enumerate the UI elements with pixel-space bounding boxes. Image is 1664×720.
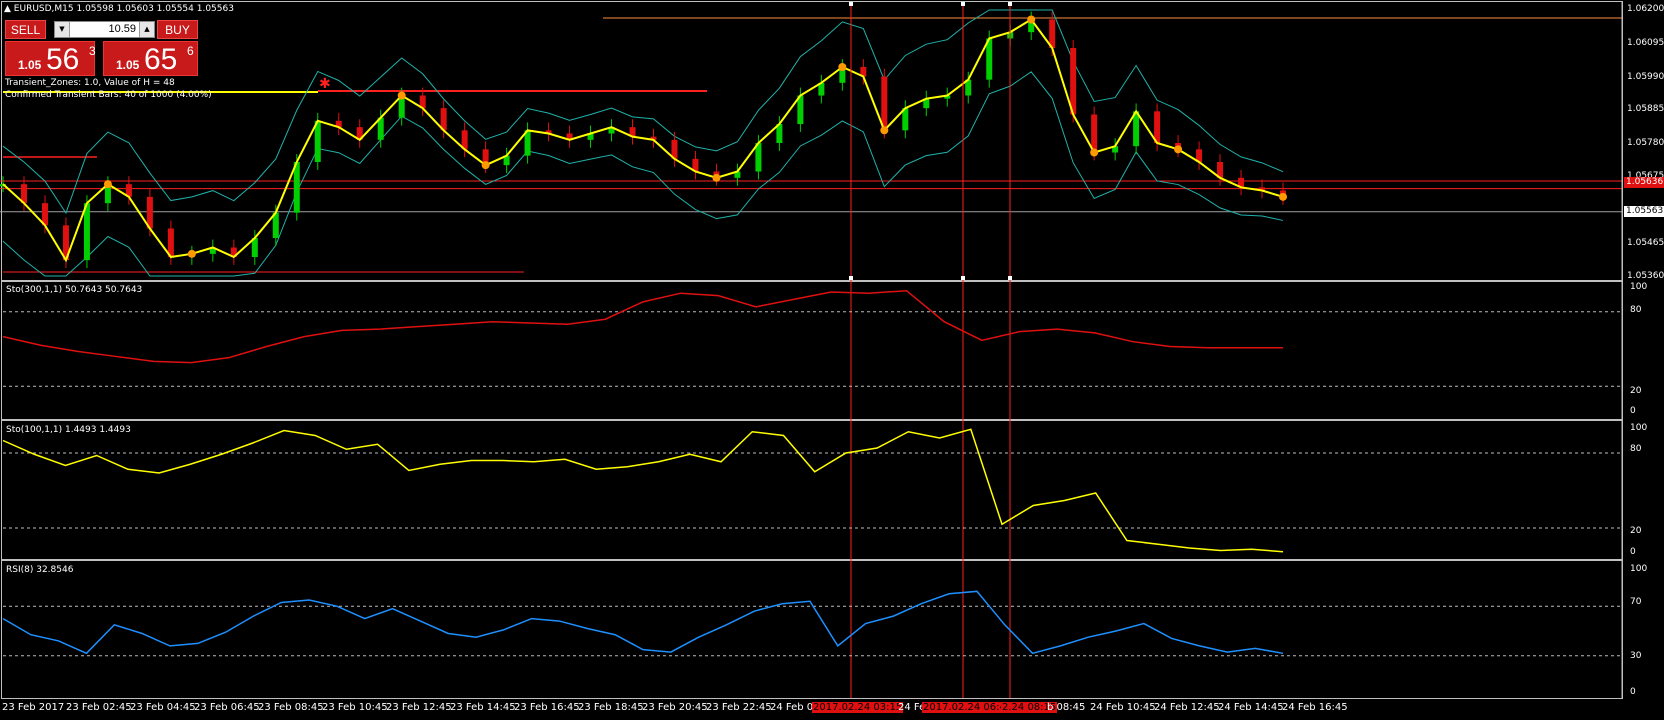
price-tick: 1.05465: [1627, 238, 1664, 248]
time-tick: 23 Feb 12:45: [386, 702, 452, 713]
swing-marker: [481, 161, 490, 170]
time-tick: 23 Feb 08:45: [258, 702, 324, 713]
rsi-scale-70: 70: [1630, 597, 1642, 607]
sto300-scale-80: 80: [1630, 305, 1642, 315]
swing-marker: [1279, 192, 1287, 201]
swing-marker: [838, 63, 847, 71]
time-tick: 24 Feb 14:45: [1218, 702, 1284, 713]
price-tick: 1.06200: [1627, 4, 1664, 14]
rsi-scale-30: 30: [1630, 651, 1642, 661]
buy-price-prefix: 1.05: [116, 58, 140, 72]
swing-marker: [397, 91, 406, 100]
event-handle: [849, 276, 853, 280]
swing-marker: [1090, 148, 1099, 157]
sto100-scale-100: 100: [1630, 423, 1648, 433]
time-tick: 23 Feb 04:45: [130, 702, 196, 713]
time-tick: 23 Feb 18:45: [578, 702, 644, 713]
event-handle: [1008, 2, 1012, 6]
sto300-scale-0: 0: [1630, 406, 1636, 416]
sto300-scale-20: 20: [1630, 386, 1642, 396]
sell-button[interactable]: SELL: [5, 20, 46, 39]
price-tick: 1.05885: [1627, 104, 1664, 114]
time-tick: 23 Feb 22:45: [706, 702, 772, 713]
price-tick: 1.06095: [1627, 38, 1664, 48]
swing-marker: [1174, 145, 1183, 154]
lot-decrease-icon[interactable]: ▼: [55, 22, 70, 37]
chart-canvas[interactable]: ✱: [0, 0, 1664, 720]
level-price-box: 1.05636: [1624, 177, 1664, 188]
event-handle: [849, 2, 853, 6]
time-tick: 23 Feb 16:45: [514, 702, 580, 713]
swing-marker: [1027, 15, 1036, 24]
time-highlight: 2017.02.24 03:15: [812, 702, 904, 713]
price-tick: 1.05990: [1627, 72, 1664, 82]
sell-price-prefix: 1.05: [18, 58, 42, 72]
rsi-scale-0: 0: [1630, 687, 1636, 697]
lot-size-field[interactable]: ▼ 10.59 ▲: [54, 21, 155, 38]
sto300-scale-100: 100: [1630, 282, 1648, 292]
rsi-line: [2, 590, 1284, 655]
sell-price-button[interactable]: 1.05 56 3: [5, 41, 96, 76]
symbol-info: ▲ EURUSD,M15 1.05598 1.05603 1.05554 1.0…: [4, 4, 234, 14]
buy-button[interactable]: BUY: [157, 20, 198, 39]
chart-frame: [1, 1, 1623, 699]
price-tick: 1.05780: [1627, 138, 1664, 148]
swing-marker: [187, 249, 196, 258]
sto300-label: Sto(300,1,1) 50.7643 50.7643: [6, 285, 143, 295]
time-tick: 23 Feb 20:45: [642, 702, 708, 713]
event-handle: [1008, 276, 1012, 280]
lower-band-line: [2, 71, 1284, 277]
event-handle: [961, 276, 965, 280]
time-tick: b 08:45: [1047, 702, 1086, 713]
buy-price-button[interactable]: 1.05 65 6: [103, 41, 198, 76]
sto100-line: [2, 428, 1284, 553]
lot-size-value[interactable]: 10.59: [108, 23, 136, 35]
time-tick: 24 Feb 10:45: [1090, 702, 1156, 713]
indicator-info-2: Confirmed Transient Bars: 40 of 1000 (4.…: [5, 90, 212, 100]
one-click-trading-panel: SELL ▼ 10.59 ▲ BUY 1.05 56 3 1.05 65 6: [5, 20, 198, 77]
buy-price-point: 6: [187, 44, 194, 58]
sto100-scale-20: 20: [1630, 526, 1642, 536]
lot-increase-icon[interactable]: ▲: [139, 22, 154, 37]
time-tick: 23 Feb 10:45: [322, 702, 388, 713]
arrow-marker-icon: ✱: [319, 76, 331, 92]
swing-marker: [103, 180, 112, 189]
swing-marker: [880, 126, 889, 135]
time-highlight: 2017.02.24 06:45: [922, 702, 1014, 713]
current-price-box: 1.05563: [1624, 206, 1664, 217]
time-tick: 24 Feb 12:45: [1154, 702, 1220, 713]
sto100-scale-0: 0: [1630, 547, 1636, 557]
sto100-label: Sto(100,1,1) 1.4493 1.4493: [6, 425, 131, 435]
rsi-label: RSI(8) 32.8546: [6, 565, 74, 575]
time-tick: 23 Feb 02:45: [66, 702, 132, 713]
sto100-scale-80: 80: [1630, 444, 1642, 454]
time-tick: 23 Feb 06:45: [194, 702, 260, 713]
buy-price-pips: 65: [144, 43, 178, 76]
time-tick: 23 Feb 2017: [2, 702, 65, 713]
rsi-scale-100: 100: [1630, 564, 1648, 574]
sell-price-point: 3: [89, 44, 96, 58]
time-tick: 24 Feb 16:45: [1282, 702, 1348, 713]
indicator-info-1: Transient_Zones: 1.0, Value of H = 48: [5, 78, 175, 88]
price-tick: 1.05360: [1627, 271, 1664, 281]
event-handle: [961, 2, 965, 6]
time-tick: 23 Feb 14:45: [450, 702, 516, 713]
sell-price-pips: 56: [46, 43, 80, 76]
sto300-line: [2, 289, 1283, 364]
swing-marker: [712, 173, 721, 182]
